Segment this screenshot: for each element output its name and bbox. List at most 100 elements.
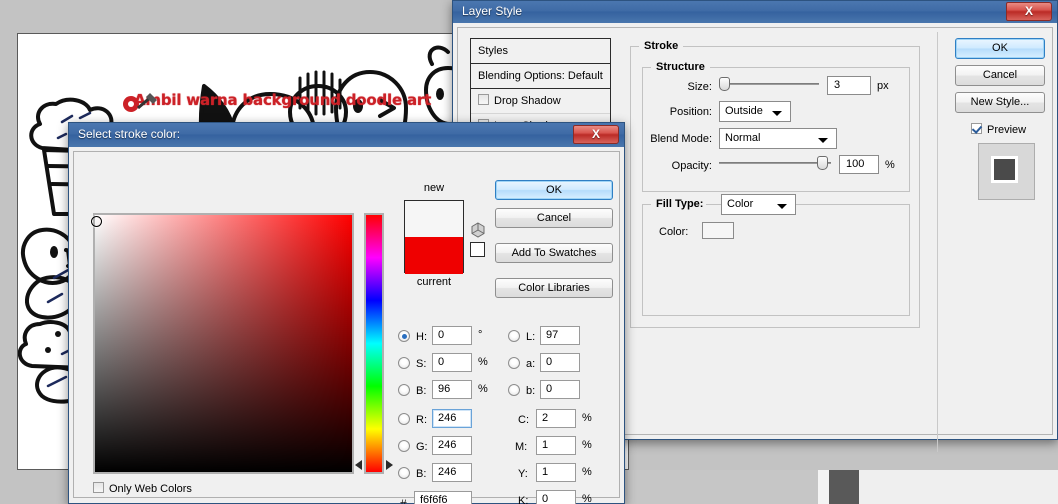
radio-blue[interactable]	[398, 467, 410, 479]
drop-shadow-checkbox[interactable]	[478, 94, 489, 105]
radio-lab-a[interactable]	[508, 357, 520, 369]
black-unit: %	[582, 493, 592, 504]
black-label: K:	[518, 495, 529, 504]
magenta-input[interactable]: 1	[536, 436, 576, 455]
only-web-colors-row[interactable]: Only Web Colors	[93, 482, 192, 495]
new-color-label: new	[423, 182, 445, 194]
color-picker-cancel-button[interactable]: Cancel	[495, 208, 613, 228]
fill-type-combobox[interactable]: Color	[721, 194, 796, 215]
stroke-group: Stroke Structure Size: 3 px Position: Ou…	[630, 40, 920, 328]
drop-shadow-label: Drop Shadow	[494, 95, 561, 107]
blue-label: B:	[416, 468, 427, 480]
add-to-swatches-button[interactable]: Add To Swatches	[495, 243, 613, 263]
red-label: R:	[416, 414, 427, 426]
color-picker-title: Select stroke color:	[78, 127, 181, 141]
opacity-input[interactable]: 100	[839, 155, 879, 174]
saturation-input[interactable]: 0	[432, 353, 472, 372]
hue-input[interactable]: 0	[432, 326, 472, 345]
brightness-label: B:	[416, 385, 427, 397]
opacity-unit: %	[885, 159, 895, 171]
blue-input[interactable]: 246	[432, 463, 472, 482]
color-picker-ok-button[interactable]: OK	[495, 180, 613, 200]
color-picker-close-button[interactable]: X	[573, 125, 619, 144]
yellow-input[interactable]: 1	[536, 463, 576, 482]
blend-mode-combobox[interactable]: Normal	[719, 128, 837, 149]
current-color-swatch[interactable]	[405, 237, 463, 274]
canvas-overlay-text: Ambil warna background doodle art	[134, 91, 432, 109]
layer-style-close-button[interactable]: X	[1006, 2, 1052, 21]
layer-style-titlebar[interactable]: Layer Style X	[453, 1, 1057, 23]
size-slider-track	[719, 83, 819, 85]
position-label: Position:	[669, 106, 712, 118]
color-picker-titlebar[interactable]: Select stroke color: X	[69, 123, 624, 147]
size-slider[interactable]	[719, 77, 819, 91]
new-style-button[interactable]: New Style...	[955, 92, 1045, 113]
yellow-unit: %	[582, 466, 592, 478]
red-input[interactable]: 246	[432, 409, 472, 428]
brightness-input[interactable]: 96	[432, 380, 472, 399]
layer-style-cancel-button[interactable]: Cancel	[955, 65, 1045, 86]
only-web-colors-label: Only Web Colors	[109, 483, 192, 495]
magenta-unit: %	[582, 439, 592, 451]
new-current-color-box[interactable]	[404, 200, 464, 274]
radio-saturation[interactable]	[398, 357, 410, 369]
opacity-slider-thumb[interactable]	[817, 156, 828, 170]
layer-preview-swatch	[991, 156, 1018, 183]
green-label: G:	[416, 441, 428, 453]
stroke-group-label: Stroke	[639, 40, 684, 52]
position-combobox[interactable]: Outside	[719, 101, 791, 122]
panel-divider	[937, 32, 938, 452]
size-input[interactable]: 3	[827, 76, 871, 95]
stroke-color-swatch[interactable]	[702, 222, 734, 239]
new-color-swatch[interactable]	[405, 201, 463, 237]
lab-a-label: a:	[526, 358, 536, 370]
radio-red[interactable]	[398, 413, 410, 425]
saturation-value-field[interactable]	[93, 213, 354, 474]
saturation-label: S:	[416, 358, 427, 370]
chevron-down-icon	[818, 138, 828, 143]
out-of-gamut-icon[interactable]	[470, 222, 486, 238]
only-web-colors-checkbox[interactable]	[93, 482, 104, 493]
size-label: Size:	[687, 81, 712, 93]
layer-style-ok-button[interactable]: OK	[955, 38, 1045, 59]
fill-type-value: Color	[727, 198, 754, 210]
lightness-input[interactable]: 97	[540, 326, 580, 345]
hex-label: #	[400, 497, 407, 504]
radio-lightness[interactable]	[508, 330, 520, 342]
opacity-label: Opacity:	[671, 160, 712, 172]
black-input[interactable]: 0	[536, 490, 576, 504]
hex-input[interactable]: f6f6f6	[414, 491, 472, 504]
panel-shadow-left	[625, 470, 825, 504]
lab-a-input[interactable]: 0	[540, 353, 580, 372]
hue-slider[interactable]	[364, 213, 384, 474]
cyan-label: C:	[518, 414, 529, 426]
radio-lab-b[interactable]	[508, 384, 520, 396]
current-color-label: current	[416, 276, 452, 288]
styles-list-header[interactable]: Styles	[471, 39, 610, 64]
preview-label: Preview	[987, 124, 1027, 136]
styles-list-item-blending-options[interactable]: Blending Options: Default	[471, 64, 610, 89]
color-picker-dialog[interactable]: Select stroke color: X new current OK Ca…	[68, 122, 625, 504]
hue-marker-left-icon	[355, 460, 362, 470]
preview-checkbox-row[interactable]: Preview	[971, 123, 1026, 136]
radio-brightness[interactable]	[398, 384, 410, 396]
layer-preview-box	[978, 143, 1035, 200]
color-libraries-button[interactable]: Color Libraries	[495, 278, 613, 298]
radio-hue[interactable]	[398, 330, 410, 342]
preview-checkbox[interactable]	[971, 123, 982, 134]
fill-type-group: Fill Type: Color Color:	[642, 194, 910, 316]
hue-label: H:	[416, 331, 427, 343]
size-slider-thumb[interactable]	[719, 77, 730, 91]
panel-dark-bar	[829, 470, 859, 504]
screen: Ambil warna background doodle art Layer …	[0, 0, 1058, 504]
lab-b-input[interactable]: 0	[540, 380, 580, 399]
opacity-slider[interactable]	[719, 156, 831, 170]
green-input[interactable]: 246	[432, 436, 472, 455]
radio-green[interactable]	[398, 440, 410, 452]
styles-list-item-drop-shadow[interactable]: Drop Shadow	[471, 89, 610, 114]
hue-marker-right-icon	[386, 460, 393, 470]
layer-style-title: Layer Style	[462, 4, 523, 18]
web-safe-swatch-icon[interactable]	[470, 242, 485, 257]
cyan-input[interactable]: 2	[536, 409, 576, 428]
lightness-label: L:	[526, 331, 536, 343]
